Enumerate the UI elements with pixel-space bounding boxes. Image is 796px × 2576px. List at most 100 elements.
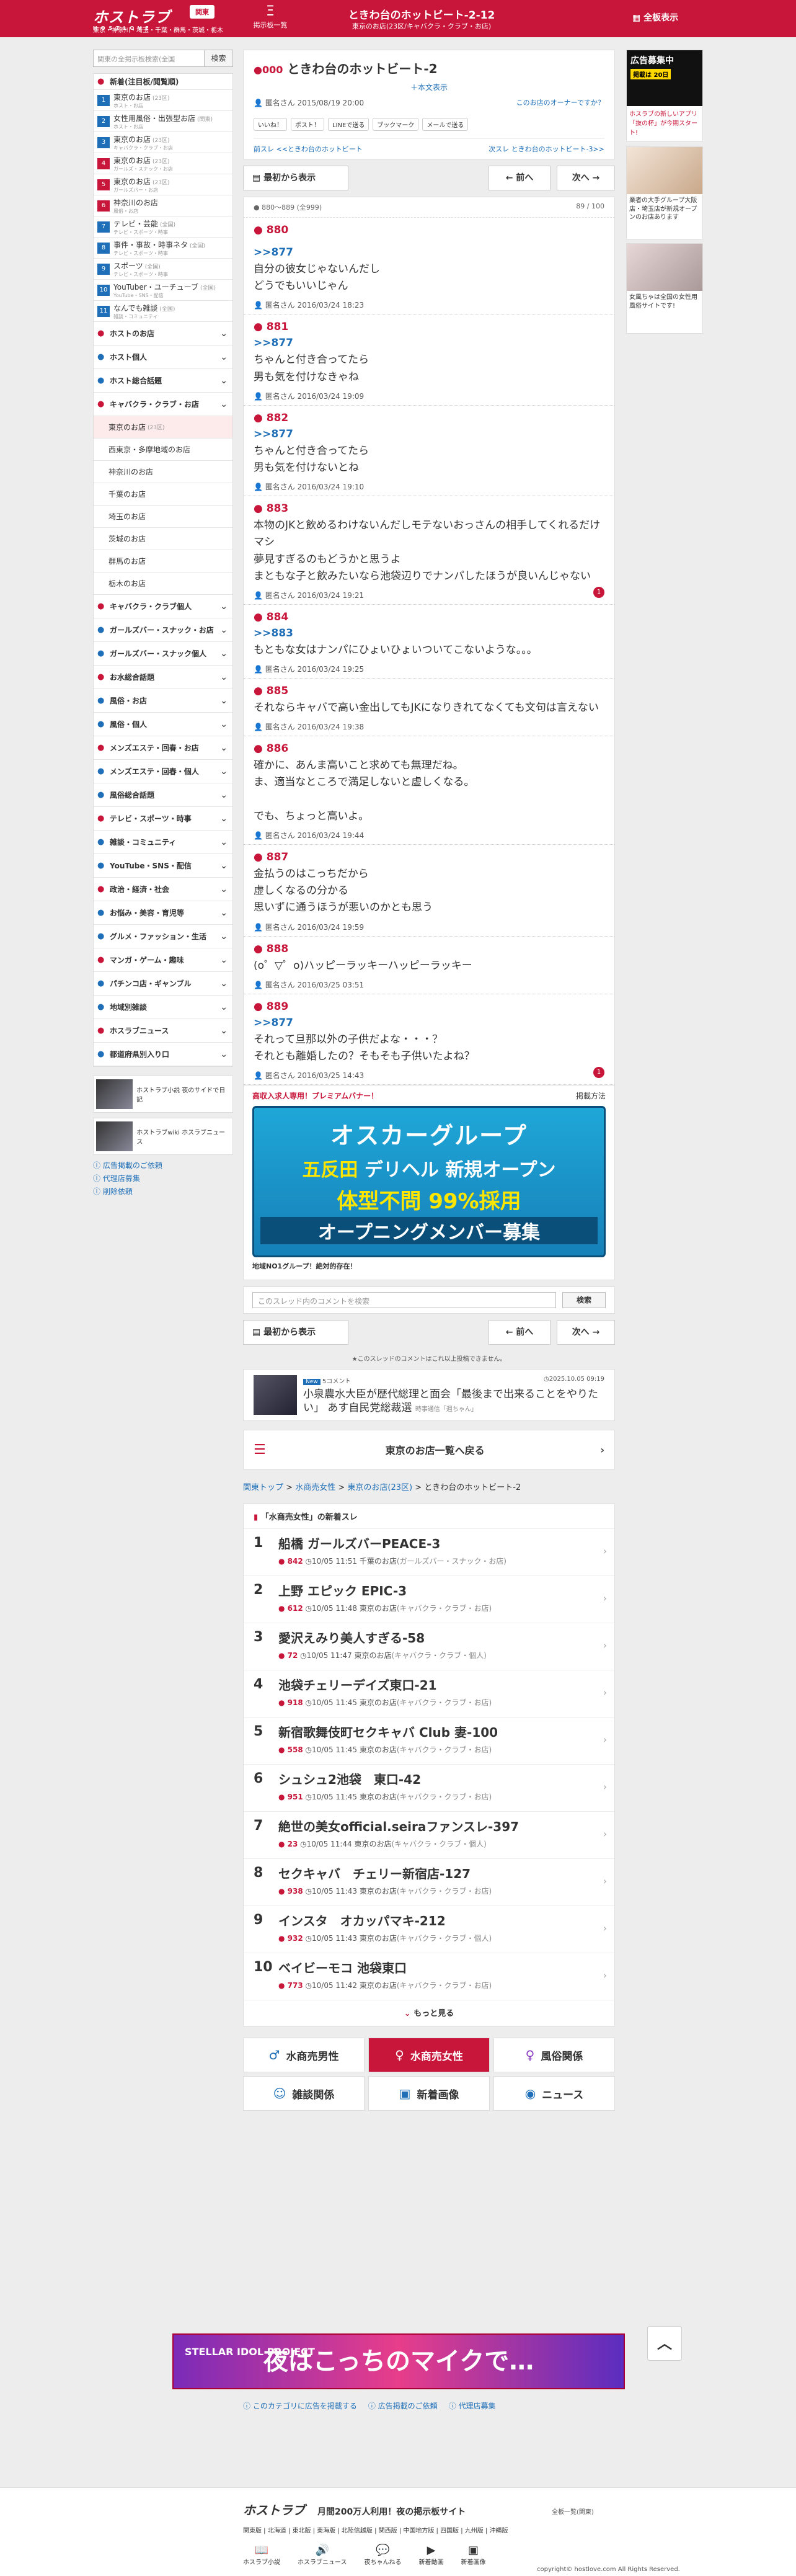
sidebar-rank-item[interactable]: 5 東京のお店 (23区) ガールズバー・お店 [94, 174, 232, 195]
footer-image[interactable]: ▣ 新着画像 [461, 2544, 486, 2566]
sidebar-category[interactable]: ● YouTube・SNS・配信 ⌄ [94, 854, 232, 878]
post-number[interactable]: ● 880 [254, 224, 604, 236]
sidebar-category[interactable]: ● グルメ・ファッション・生活 ⌄ [94, 925, 232, 948]
mail-button[interactable]: メールで送る [422, 118, 469, 131]
board-search-button[interactable]: 検索 [205, 50, 233, 67]
first-page-button[interactable]: ▤ 最初から表示 [243, 166, 348, 190]
sidebar-item-new[interactable]: ● 新着(注目板/閲覧順) [94, 74, 232, 90]
category-tile[interactable]: ☺ 雑談関係 [243, 2076, 365, 2111]
subarea-item[interactable]: 西東京・多摩地域のお店 [94, 439, 232, 461]
sidebar-rank-item[interactable]: 4 東京のお店 (23区) ガールズ・スナック・お店 [94, 153, 232, 174]
link-ad-request[interactable]: ⓘ 広告掲載のご依頼 [368, 2400, 438, 2411]
premium-banner[interactable]: オスカーグループ 五反田 デリヘル 新規オープン 体型不問 99%採用 オープニ… [252, 1106, 606, 1258]
subarea-item[interactable]: 神奈川のお店 [94, 461, 232, 483]
link-ad-request[interactable]: ⓘ 広告掲載のご依頼 [93, 1160, 233, 1170]
sidebar-category[interactable]: ● お悩み・美容・育児等 ⌄ [94, 901, 232, 925]
bottom-ad-banner[interactable]: STELLAR IDOL PROJECT 夜はこっちのマイクで… [172, 2333, 625, 2389]
post-number[interactable]: ● 885 [254, 685, 604, 697]
next-page-button[interactable]: 次へ → [557, 166, 615, 190]
next-page-button[interactable]: 次へ → [557, 1320, 615, 1345]
next-thread-link[interactable]: 次スレ ときわ台のホットビート-3>> [489, 144, 604, 154]
link-category-ad[interactable]: ⓘ このカテゴリに広告を掲載する [243, 2400, 357, 2411]
category-tile[interactable]: ◉ ニュース [493, 2076, 615, 2111]
footer-all-boards[interactable]: 全板一覧(関東) [552, 2507, 594, 2516]
sidebar-category[interactable]: ● 風俗総合話題 ⌄ [94, 783, 232, 807]
sidebar-category[interactable]: ● ホスト個人 ⌄ [94, 345, 232, 369]
new-thread-row[interactable]: 2 上野 エピック EPIC-3 ● 612 ◷10/05 11:48 東京のお店(… [244, 1576, 614, 1624]
right-ad-recruit[interactable]: 広告募集中 掲載は 20日 ホスラブの新しいアプリ「抜の杯」が今期スタート! [626, 50, 703, 141]
post-number[interactable]: ● 887 [254, 851, 604, 863]
sidebar-category[interactable]: ● 風俗・個人 ⌄ [94, 713, 232, 736]
more-link[interactable]: ⌄ もっと見る [244, 2000, 614, 2026]
prev-page-button[interactable]: ← 前へ [489, 166, 551, 190]
sidebar-category[interactable]: ● メンズエステ・回春・個人 ⌄ [94, 760, 232, 783]
reply-anchor[interactable]: >>883 [254, 627, 604, 640]
breadcrumb-link[interactable]: 東京のお店(23区) [347, 1483, 412, 1492]
footer-news[interactable]: 🔊 ホスラブニュース [298, 2544, 347, 2566]
page-indicator[interactable]: 89 / 100 [576, 202, 604, 212]
first-page-button[interactable]: ▤ 最初から表示 [243, 1320, 348, 1345]
sidebar-category[interactable]: ● 都道府県別入り口 ⌄ [94, 1043, 232, 1066]
subarea-item[interactable]: 茨城のお店 [94, 528, 232, 550]
post-number[interactable]: ● 882 [254, 412, 604, 424]
back-to-list-button[interactable]: ☰ 東京のお店一覧へ戻る › [243, 1430, 615, 1470]
post-number[interactable]: ● 883 [254, 502, 604, 515]
sidebar-category[interactable]: ● パチンコ店・ギャンブル ⌄ [94, 972, 232, 996]
sidebar-category[interactable]: ● 地域別雑談 ⌄ [94, 996, 232, 1019]
sidebar-rank-item[interactable]: 9 スポーツ (全国) テレビ・スポーツ・時事 [94, 259, 232, 280]
prev-page-button[interactable]: ← 前へ [489, 1320, 551, 1345]
link-agency[interactable]: ⓘ 代理店募集 [449, 2400, 496, 2411]
subarea-item[interactable]: 埼玉のお店 [94, 506, 232, 528]
sidebar-category[interactable]: ● 風俗・お店 ⌄ [94, 689, 232, 713]
footer-novel[interactable]: 📖 ホスラブ小説 [243, 2544, 280, 2566]
post-number[interactable]: ● 881 [254, 321, 604, 333]
sidebar-category[interactable]: ● テレビ・スポーツ・時事 ⌄ [94, 807, 232, 831]
sidebar-rank-item[interactable]: 6 神奈川のお店 風俗・お店 [94, 195, 232, 216]
new-thread-row[interactable]: 4 池袋チェリーデイズ東口-21 ● 918 ◷10/05 11:45 東京のお店(… [244, 1670, 614, 1718]
post-number[interactable]: ● 888 [254, 943, 604, 955]
like-button[interactable]: いいね！ [254, 118, 287, 131]
sidebar-category[interactable]: ● キャバクラ・クラブ個人 ⌄ [94, 595, 232, 618]
board-list-button[interactable]: Ξ 掲示板一覧 [253, 4, 288, 30]
bookmark-button[interactable]: ブックマーク [373, 118, 419, 131]
comment-search-input[interactable]: このスレッド内のコメントを検索 [252, 1292, 556, 1309]
reply-anchor[interactable]: >>877 [254, 246, 604, 259]
board-search-input[interactable]: 関東の全掲示板検索(全国 [93, 50, 205, 67]
new-thread-row[interactable]: 9 インスタ オカッパマキ-212 ● 932 ◷10/05 11:43 東京のお店… [244, 1906, 614, 1954]
sidebar-rank-item[interactable]: 7 テレビ・芸能 (全国) テレビ・スポーツ・時事 [94, 216, 232, 238]
subarea-item[interactable]: 栃木のお店 [94, 573, 232, 595]
right-ad-jofu[interactable]: 女風ちゃは全国の女性用風俗サイトです! [626, 243, 703, 334]
new-thread-row[interactable]: 5 新宿歌舞伎町セクキャバ Club 妻-100 ● 558 ◷10/05 11:4… [244, 1718, 614, 1765]
sidebar-category[interactable]: ● マンガ・ゲーム・趣味 ⌄ [94, 948, 232, 972]
sidebar-category[interactable]: ● 政治・経済・社会 ⌄ [94, 878, 232, 901]
novel-banner[interactable]: ホストラブ小説 夜のサイドで日記 [93, 1076, 233, 1113]
post-number[interactable]: ● 886 [254, 742, 604, 755]
sidebar-category[interactable]: ● キャバクラ・クラブ・お店 ⌄ [94, 393, 232, 416]
sidebar-category[interactable]: ● ホスラブニュース ⌄ [94, 1019, 232, 1043]
full-view-button[interactable]: ▦ 全板表示 [632, 11, 678, 24]
sidebar-category[interactable]: ● ガールズバー・スナック個人 ⌄ [94, 642, 232, 666]
reply-anchor[interactable]: >>877 [254, 428, 604, 440]
sidebar-rank-item[interactable]: 11 なんでも雑談 (全国) 雑談・コミュニティ [94, 301, 232, 322]
category-tile[interactable]: ♀ 水商売女性 [368, 2038, 490, 2073]
footer-logo[interactable]: ホストラブ [243, 2500, 305, 2518]
post-number[interactable]: ● 889 [254, 1001, 604, 1013]
reply-anchor[interactable]: >>877 [254, 1017, 604, 1029]
show-body-link[interactable]: ＋本文表示 [254, 82, 604, 92]
sidebar-rank-item[interactable]: 3 東京のお店 (23区) キャバクラ・クラブ・お店 [94, 132, 232, 153]
sidebar-category[interactable]: ● 雑談・コミュニティ ⌄ [94, 831, 232, 854]
comment-search-button[interactable]: 検索 [562, 1292, 606, 1309]
subarea-item[interactable]: 千葉のお店 [94, 483, 232, 506]
sidebar-rank-item[interactable]: 2 女性用風俗・出張型お店 (関東) ホスト・お店 [94, 111, 232, 132]
sidebar-rank-item[interactable]: 1 東京のお店 (23区) ホスト・お店 [94, 90, 232, 111]
footer-yoru[interactable]: 💬 夜ちゃんねる [365, 2544, 402, 2566]
premium-caption[interactable]: 地域NO1グループ！絶対的存在！ [252, 1261, 606, 1271]
scroll-top-button[interactable]: ︿ [647, 2326, 682, 2361]
sidebar-category[interactable]: ● お水総合話題 ⌄ [94, 666, 232, 689]
reply-anchor[interactable]: >>877 [254, 337, 604, 349]
prev-thread-link[interactable]: 前スレ <<ときわ台のホットビート [254, 144, 363, 154]
new-thread-row[interactable]: 3 愛沢えみり美人すぎる-58 ● 72 ◷10/05 11:47 東京のお店(キャ… [244, 1623, 614, 1671]
category-tile[interactable]: ♀ 風俗関係 [493, 2038, 615, 2073]
post-button[interactable]: ポスト！ [291, 118, 324, 131]
sidebar-rank-item[interactable]: 8 事件・事故・時事ネタ (全国) テレビ・スポーツ・時事 [94, 238, 232, 259]
